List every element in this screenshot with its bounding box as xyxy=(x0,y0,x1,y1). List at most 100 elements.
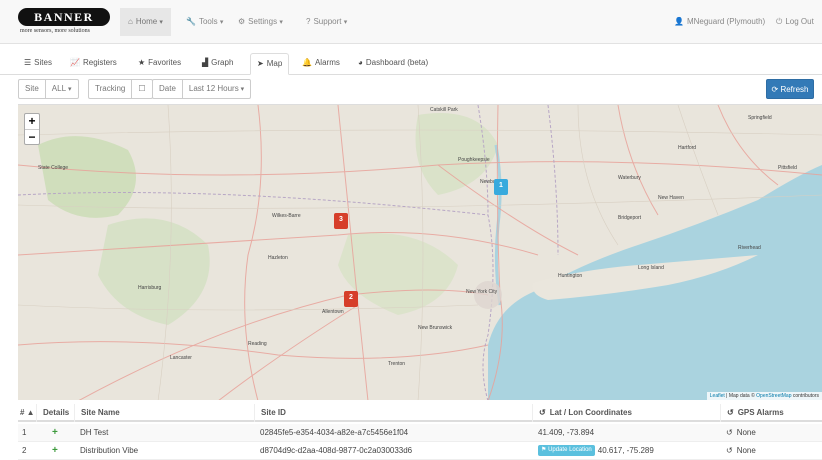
table-header: # ▲ Details Site Name Site ID ↺ Lat / Lon… xyxy=(18,404,822,422)
refresh-button[interactable]: ⟳ Refresh xyxy=(766,79,814,99)
map-marker-3[interactable]: 3 xyxy=(334,213,348,229)
site-id: d8704d9c-d2aa-408d-9877-0c2a030033d6 xyxy=(260,446,413,455)
site-id: 02845fe5-e354-4034-a82e-a7c5456e1f04 xyxy=(260,428,409,437)
row-num: 2 xyxy=(22,446,27,455)
dashboard-icon: ◕ xyxy=(358,58,363,67)
logo-tagline: more sensors, more solutions xyxy=(20,28,90,34)
gps-alarm: ↺ None xyxy=(726,442,756,460)
history-icon[interactable]: ↺ xyxy=(726,428,733,437)
bell-icon: 🔔 xyxy=(302,58,312,67)
filter-bar: Site ALL Tracking ☐ Date Last 12 Hours ⟳ Re… xyxy=(0,76,822,102)
date-filter: Date Last 12 Hours xyxy=(152,79,252,99)
tab-favorites-label: Favorites xyxy=(148,58,182,67)
tab-dashboard-label: Dashboard (beta) xyxy=(365,58,429,67)
tab-map[interactable]: ➤ Map xyxy=(250,53,290,75)
place-label: Reading xyxy=(248,341,267,347)
top-navbar: BANNER more sensors, more solutions ⌂ Hom… xyxy=(0,0,822,44)
place-label: Riverhead xyxy=(738,245,761,251)
place-label: Lancaster xyxy=(170,355,192,361)
wrench-icon: 🔧 xyxy=(186,17,196,26)
col-num-header[interactable]: # ▲ xyxy=(20,404,35,422)
place-label: Wilkes-Barre xyxy=(272,213,301,219)
tab-alarms-label: Alarms xyxy=(314,58,340,67)
logo-badge: BANNER xyxy=(18,8,110,26)
state-border xyxy=(547,105,559,256)
site-filter: Site ALL xyxy=(18,79,79,99)
place-label: Allentown xyxy=(322,309,344,315)
location-arrow-icon: ➤ xyxy=(257,59,264,68)
place-label: Springfield xyxy=(748,115,772,121)
update-location-label: Update Location xyxy=(548,447,592,454)
nav-home[interactable]: ⌂ Home xyxy=(120,8,171,36)
star-icon: ★ xyxy=(138,58,146,67)
place-label: Trenton xyxy=(388,361,406,367)
tab-alarms[interactable]: 🔔 Alarms xyxy=(296,53,346,75)
expand-details-icon[interactable]: + xyxy=(52,442,58,460)
latlon-value: 40.617, -75.289 xyxy=(597,446,654,455)
table-row[interactable]: 2 + Distribution Vibe d8704d9c-d2aa-408d… xyxy=(18,442,822,460)
col-gps-header[interactable]: ↺ GPS Alarms xyxy=(720,404,784,422)
place-label: Hartford xyxy=(678,145,697,151)
map-tiles xyxy=(18,105,822,400)
history-icon[interactable]: ↺ xyxy=(726,446,733,455)
nav-settings[interactable]: ⚙ Settings xyxy=(238,14,283,30)
nav-user-label: MNeguard (Plymouth) xyxy=(686,17,766,26)
tracking-checkbox[interactable]: ☐ xyxy=(131,80,151,98)
gears-icon: ⚙ xyxy=(238,17,246,26)
question-circle-icon: ? xyxy=(306,17,311,26)
update-location-button[interactable]: ⚑ Update Location xyxy=(538,445,595,457)
nav-tools-label: Tools xyxy=(198,17,218,26)
nav-settings-label: Settings xyxy=(248,17,278,26)
banner-logo[interactable]: BANNER more sensors, more solutions xyxy=(18,8,114,38)
place-label: Long Island xyxy=(638,265,664,271)
row-num: 1 xyxy=(22,428,27,437)
forest-area xyxy=(98,218,210,325)
tab-sites[interactable]: ☰ Sites xyxy=(18,53,58,75)
place-label: State College xyxy=(38,165,69,171)
tab-registers[interactable]: 📈 Registers xyxy=(64,53,123,75)
tab-sites-label: Sites xyxy=(34,58,52,67)
place-label: Pittsfield xyxy=(778,165,797,171)
col-gps-label: GPS Alarms xyxy=(737,408,784,417)
nav-tools[interactable]: 🔧 Tools xyxy=(186,14,223,30)
attribution-tail: contributors xyxy=(792,393,819,399)
col-site-name-header[interactable]: Site Name xyxy=(74,404,120,422)
col-site-id-header[interactable]: Site ID xyxy=(254,404,286,422)
forest-area xyxy=(38,136,136,218)
history-icon: ↺ xyxy=(539,408,546,417)
zoom-in-button[interactable]: + xyxy=(25,114,39,129)
gps-alarm: ↺ None xyxy=(726,424,756,442)
zoom-out-button[interactable]: − xyxy=(25,129,39,144)
power-icon: ⏻ xyxy=(776,17,783,26)
site-name: Distribution Vibe xyxy=(80,446,139,455)
nav-user[interactable]: 👤 MNeguard (Plymouth) xyxy=(674,14,765,30)
col-latlon-header[interactable]: ↺ Lat / Lon Coordinates xyxy=(532,404,632,422)
leaflet-link[interactable]: Leaflet xyxy=(710,393,725,399)
col-details-header[interactable]: Details xyxy=(36,404,69,422)
tracking-label: Tracking xyxy=(95,84,126,93)
table-row[interactable]: 1 + DH Test 02845fe5-e354-4034-a82e-a7c5… xyxy=(18,424,822,442)
date-select[interactable]: Last 12 Hours xyxy=(181,80,250,98)
list-icon: ☰ xyxy=(24,58,32,67)
nav-logout[interactable]: ⏻ Log Out xyxy=(776,14,814,30)
map-attribution: Leaflet | Map data © OpenStreetMap contr… xyxy=(706,392,822,400)
sites-table: # ▲ Details Site Name Site ID ↺ Lat / Lon… xyxy=(18,402,822,460)
place-label: Catskill Park xyxy=(430,107,458,113)
place-label: Hazleton xyxy=(268,255,288,261)
tab-graph[interactable]: ▟ Graph xyxy=(196,53,239,75)
home-icon: ⌂ xyxy=(128,17,133,26)
map-marker-1[interactable]: 1 xyxy=(494,179,508,195)
area-chart-icon: ▟ xyxy=(202,58,209,67)
place-label: Waterbury xyxy=(618,175,641,181)
site-select[interactable]: ALL xyxy=(44,80,78,98)
map-marker-icon: ⚑ xyxy=(541,447,547,454)
latlon-cell: ⚑ Update Location 40.617, -75.289 xyxy=(538,442,654,460)
tab-favorites[interactable]: ★ Favorites xyxy=(132,53,187,75)
map-marker-2[interactable]: 2 xyxy=(344,291,358,307)
nav-support[interactable]: ? Support xyxy=(306,14,347,30)
place-label: New Brunswick xyxy=(418,325,453,331)
osm-link[interactable]: OpenStreetMap xyxy=(756,393,791,399)
tab-dashboard[interactable]: ◕ Dashboard (beta) xyxy=(352,53,434,75)
site-map[interactable]: Catskill Park Poughkeepsie Newburgh Wilk… xyxy=(18,104,822,400)
expand-details-icon[interactable]: + xyxy=(52,424,58,442)
